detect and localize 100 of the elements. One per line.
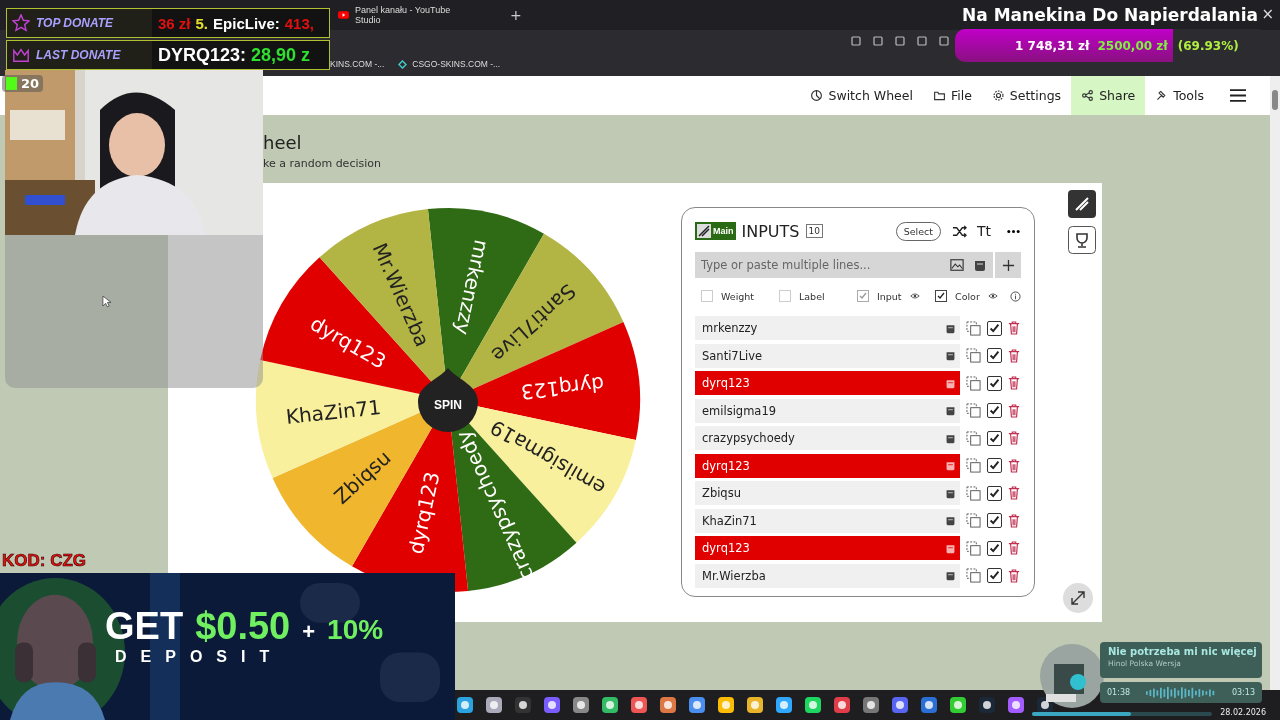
trash-icon[interactable] (1008, 568, 1020, 583)
entry-row[interactable]: Santi7Live (695, 343, 960, 368)
app-icon[interactable] (804, 696, 822, 714)
nav-button[interactable]: Switch Wheel (800, 76, 923, 115)
checkbox[interactable] (987, 568, 1002, 583)
duplicate-icon[interactable] (966, 540, 981, 556)
checkbox[interactable] (987, 320, 1002, 336)
shuffle-icon[interactable] (951, 223, 967, 239)
toolbar-icon[interactable] (894, 35, 906, 47)
entry-row[interactable]: Mr.Wierzba (695, 563, 960, 588)
nav-button[interactable]: Settings (981, 76, 1072, 115)
app-icon[interactable] (601, 696, 619, 714)
spin-button[interactable] (418, 368, 478, 432)
segment-label: dyrq123 (403, 469, 445, 556)
toolbar-icon[interactable] (916, 35, 928, 47)
checkbox[interactable] (987, 348, 1002, 363)
bookmark[interactable]: KINS.COM -... (330, 59, 385, 69)
duplicate-icon[interactable] (966, 375, 981, 391)
bookmark[interactable]: CSGO-SKINS.COM -... (398, 59, 501, 69)
app-icon[interactable] (1007, 696, 1025, 714)
image-icon[interactable] (950, 258, 964, 272)
nav-button[interactable]: Tools (1145, 76, 1214, 115)
app-icon[interactable] (746, 696, 764, 714)
checkbox[interactable] (935, 290, 947, 302)
trash-icon[interactable] (1008, 541, 1020, 555)
select-button[interactable]: Select (895, 221, 941, 241)
paint-bucket-icon[interactable] (945, 322, 956, 334)
app-icon[interactable] (572, 696, 590, 714)
toolbar-icon[interactable] (872, 35, 884, 47)
app-icon[interactable] (891, 696, 909, 714)
paint-bucket-icon[interactable] (945, 515, 956, 526)
checkbox[interactable] (987, 375, 1002, 391)
new-tab-button[interactable]: + (510, 7, 522, 23)
entry-row[interactable]: Zbiqsu (695, 481, 960, 505)
checkbox[interactable] (987, 458, 1002, 473)
nav-button[interactable]: File (922, 76, 982, 115)
add-button[interactable] (995, 252, 1021, 278)
spin-label[interactable]: SPIN (434, 398, 462, 412)
checkbox[interactable] (987, 540, 1002, 556)
entry-row[interactable]: dyrq123 (695, 453, 960, 478)
toolbar-icon[interactable] (938, 35, 950, 47)
trash-icon[interactable] (1008, 376, 1020, 390)
duplicate-icon[interactable] (966, 348, 981, 363)
expand-button[interactable] (1063, 583, 1093, 613)
paint-bucket-icon[interactable] (945, 487, 956, 499)
trash-icon[interactable] (1008, 348, 1020, 363)
app-icon[interactable] (485, 696, 503, 714)
paint-bucket-icon[interactable] (945, 405, 956, 416)
duplicate-icon[interactable] (966, 485, 981, 501)
browser-tab[interactable]: Panel kanału - YouTube Studio (330, 1, 486, 29)
entry-row[interactable]: mrkenzzy (695, 316, 960, 340)
app-icon[interactable] (775, 696, 793, 714)
app-icon[interactable] (514, 696, 532, 714)
duplicate-icon[interactable] (966, 513, 981, 528)
menu-icon[interactable] (1230, 89, 1246, 102)
app-icon[interactable] (978, 696, 996, 714)
input-bar[interactable]: Type or paste multiple lines... (695, 252, 993, 278)
app-icon[interactable] (659, 696, 677, 714)
trophy-button[interactable] (1068, 226, 1096, 254)
app-icon[interactable] (833, 696, 851, 714)
duplicate-icon[interactable] (966, 403, 981, 418)
paint-bucket-icon[interactable] (945, 350, 956, 361)
checkbox[interactable] (987, 430, 1002, 446)
entry-row[interactable]: dyrq123 (695, 371, 960, 395)
duplicate-icon[interactable] (966, 430, 981, 446)
info-icon[interactable] (1010, 290, 1021, 302)
trash-icon[interactable] (1008, 321, 1020, 335)
close-button[interactable]: × (1261, 5, 1274, 23)
app-icon[interactable] (949, 696, 967, 714)
paint-bucket-icon[interactable] (973, 258, 987, 272)
duplicate-icon[interactable] (966, 568, 981, 583)
paint-bucket-icon[interactable] (945, 570, 956, 581)
nav-button[interactable]: Share (1071, 76, 1146, 115)
scrollbar[interactable] (1270, 76, 1280, 690)
app-icon[interactable] (456, 696, 474, 714)
duplicate-icon[interactable] (966, 320, 981, 336)
trash-icon[interactable] (1008, 486, 1020, 500)
entry-row[interactable]: emilsigma19 (695, 398, 960, 423)
entry-row[interactable]: KhaZin71 (695, 508, 960, 533)
app-icon[interactable] (717, 696, 735, 714)
paint-bucket-icon[interactable] (945, 432, 956, 444)
entry-row[interactable]: crazypsychoedy (695, 426, 960, 450)
checkbox[interactable] (987, 513, 1002, 528)
app-icon[interactable] (862, 696, 880, 714)
app-icon[interactable] (688, 696, 706, 714)
toolbar-icon[interactable] (850, 35, 862, 47)
pencil-button[interactable] (1068, 190, 1096, 218)
trash-icon[interactable] (1008, 403, 1020, 418)
trash-icon[interactable] (1008, 431, 1020, 445)
eye-icon[interactable] (987, 291, 998, 301)
checkbox[interactable] (987, 485, 1002, 501)
trash-icon[interactable] (1008, 513, 1020, 528)
app-icon[interactable] (920, 696, 938, 714)
entry-row[interactable]: dyrq123 (695, 536, 960, 560)
app-icon[interactable] (630, 696, 648, 714)
checkbox[interactable] (987, 403, 1002, 418)
app-icon[interactable] (543, 696, 561, 714)
duplicate-icon[interactable] (966, 458, 981, 473)
trash-icon[interactable] (1008, 458, 1020, 473)
font-size-button[interactable]: Tt (972, 223, 995, 239)
